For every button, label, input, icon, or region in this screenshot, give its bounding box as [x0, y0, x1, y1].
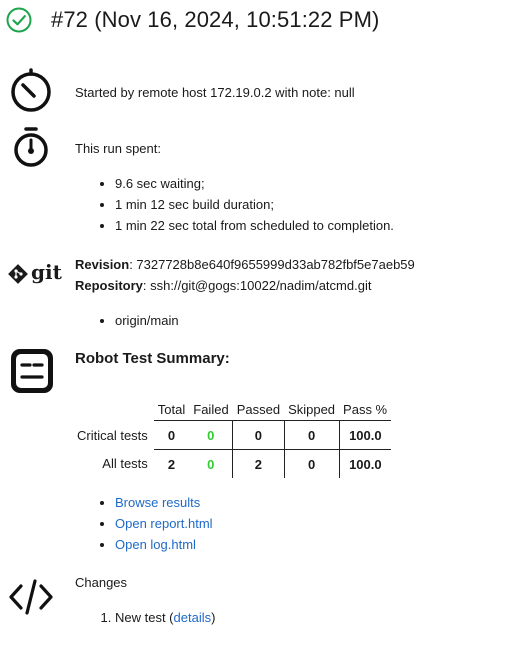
- repository-value: : ssh://git@gogs:10022/nadim/atcmd.git: [142, 278, 372, 293]
- cell-failed: 0: [189, 420, 233, 450]
- list-item: 9.6 sec waiting;: [115, 173, 394, 194]
- stopwatch-icon: [14, 127, 48, 167]
- list-item: origin/main: [115, 310, 415, 331]
- cell-passed: 2: [232, 449, 285, 478]
- build-title-row: #72 (Nov 16, 2024, 10:51:22 PM): [6, 6, 379, 34]
- revision-line: Revision: 7327728b8e640f9655999d33ab782f…: [75, 254, 415, 275]
- column-header: Skipped: [288, 401, 336, 417]
- column-header: Passed: [236, 401, 281, 417]
- column-header: Pass %: [343, 401, 388, 417]
- robot-section: Robot Test Summary: Total Failed Passed …: [73, 348, 392, 555]
- changes-list: New test (details): [75, 607, 215, 628]
- git-logo-text: git: [31, 260, 62, 284]
- robot-icon: [11, 349, 53, 393]
- table-row: Critical tests 0 0 0 0 100.0: [73, 420, 392, 450]
- repository-label: Repository: [75, 278, 143, 293]
- list-item: 1 min 22 sec total from scheduled to com…: [115, 215, 394, 236]
- row-label: All tests: [102, 456, 148, 472]
- list-item: Open log.html: [115, 534, 391, 555]
- robot-links: Browse results Open report.html Open log…: [75, 492, 391, 555]
- git-section: Revision: 7327728b8e640f9655999d33ab782f…: [75, 254, 415, 331]
- list-item: Open report.html: [115, 513, 391, 534]
- cell-pass-pct: 100.0: [338, 449, 392, 478]
- branch-list: origin/main: [75, 310, 415, 331]
- cell-total: 2: [153, 449, 190, 478]
- change-suffix: ): [211, 610, 216, 625]
- cell-failed: 0: [189, 449, 233, 478]
- open-report-link[interactable]: Open report.html: [115, 516, 213, 531]
- change-details-link[interactable]: details: [174, 610, 212, 625]
- column-header: Total: [157, 401, 186, 417]
- git-logo-icon: git: [8, 260, 62, 286]
- code-icon: [9, 579, 53, 615]
- changes-section: Changes New test (details): [75, 572, 215, 628]
- check-circle-icon: [6, 7, 32, 33]
- table-header-row: Total Failed Passed Skipped Pass %: [73, 398, 391, 421]
- timing-intro: This run spent:: [75, 141, 161, 156]
- timing-section: This run spent: 9.6 sec waiting; 1 min 1…: [75, 138, 394, 236]
- revision-label: Revision: [75, 257, 130, 272]
- build-cause: Started by remote host 172.19.0.2 with n…: [75, 85, 355, 100]
- cell-passed: 0: [232, 420, 285, 450]
- changes-title: Changes: [75, 575, 128, 590]
- change-text: New test (: [115, 610, 174, 625]
- revision-value: : 7327728b8e640f9655999d33ab782fbf5e7aeb…: [129, 257, 415, 272]
- page-title: #72 (Nov 16, 2024, 10:51:22 PM): [51, 7, 380, 32]
- list-item: 1 min 12 sec build duration;: [115, 194, 394, 215]
- table-row: All tests 2 0 2 0 100.0: [73, 449, 392, 478]
- timer-icon: [11, 68, 51, 112]
- timing-list: 9.6 sec waiting; 1 min 12 sec build dura…: [75, 173, 394, 236]
- cell-skipped: 0: [283, 449, 340, 478]
- repository-line: Repository: ssh://git@gogs:10022/nadim/a…: [75, 275, 415, 296]
- cell-total: 0: [153, 420, 190, 450]
- cell-skipped: 0: [283, 420, 340, 450]
- row-label: Critical tests: [77, 427, 148, 443]
- cell-pass-pct: 100.0: [338, 420, 392, 450]
- list-item: New test (details): [115, 607, 215, 628]
- column-header: Failed: [193, 401, 229, 417]
- robot-summary-title: Robot Test Summary:: [75, 350, 230, 367]
- git-diamond-icon: [8, 264, 28, 284]
- browse-results-link[interactable]: Browse results: [115, 495, 200, 510]
- list-item: Browse results: [115, 492, 391, 513]
- robot-results-table: Total Failed Passed Skipped Pass % Criti…: [73, 398, 392, 478]
- open-log-link[interactable]: Open log.html: [115, 537, 196, 552]
